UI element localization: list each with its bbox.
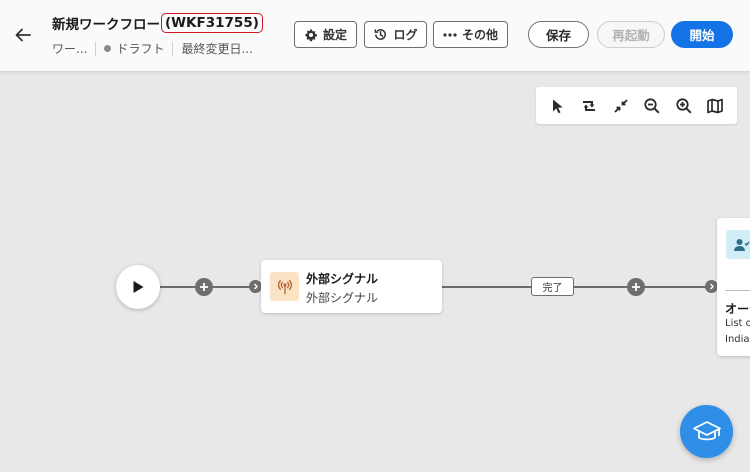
more-button[interactable]: その他 (433, 21, 508, 48)
log-button[interactable]: ログ (364, 21, 427, 48)
plus-icon (632, 283, 640, 291)
connector-line (442, 286, 720, 288)
restart-button[interactable]: 再起動 (597, 21, 665, 48)
signal-icon-tile (270, 272, 299, 301)
more-label: その他 (461, 28, 498, 42)
plus-icon (200, 283, 208, 291)
rearrange-icon (583, 100, 596, 111)
select-icon (552, 99, 563, 113)
status-badge: ドラフト (116, 42, 165, 56)
back-button[interactable] (12, 24, 34, 46)
start-node[interactable] (116, 265, 160, 309)
more-icon (443, 32, 457, 37)
audience-icon-tile (726, 230, 750, 259)
signal-icon (277, 279, 292, 294)
collapse-button[interactable] (609, 94, 633, 118)
page-title: 新規ワークフロー (WKF31755) (52, 13, 263, 33)
workflow-id: (WKF31755) (161, 13, 263, 33)
save-button[interactable]: 保存 (528, 21, 589, 48)
divider (95, 41, 97, 56)
map-button[interactable] (703, 94, 727, 118)
arrow-left-icon (15, 28, 31, 42)
collapse-icon (614, 98, 628, 113)
map-icon (707, 98, 724, 113)
log-label: ログ (393, 28, 418, 42)
zoom-out-icon (644, 97, 660, 114)
workflow-meta: ワー... ドラフト 最終変更日... (52, 40, 253, 57)
settings-button[interactable]: 設定 (294, 21, 357, 48)
divider (725, 290, 750, 291)
settings-label: 設定 (322, 28, 347, 42)
workflow-title: 新規ワークフロー (52, 17, 160, 33)
activity-detail-line: List of (725, 318, 750, 329)
gear-icon (305, 28, 318, 41)
transition-label: 完了 (531, 277, 574, 296)
status-dot-icon (104, 45, 112, 52)
activity-card-audience[interactable]: オーデ List of India ( (717, 218, 750, 356)
learning-help-button[interactable] (680, 405, 733, 458)
canvas-toolbar (536, 87, 737, 124)
activity-subtitle: 外部シグナル (306, 291, 379, 305)
zoom-out-button[interactable] (640, 94, 664, 118)
zoom-in-button[interactable] (672, 94, 696, 118)
history-icon (375, 29, 387, 40)
activity-card-external-signal[interactable]: 外部シグナル 外部シグナル (261, 260, 442, 313)
add-activity-button[interactable] (627, 278, 645, 296)
play-icon (133, 281, 144, 293)
select-tool-button[interactable] (546, 94, 570, 118)
workflow-header: 新規ワークフロー (WKF31755) ワー... ドラフト 最終変更日... … (0, 0, 750, 72)
activity-title: 外部シグナル (306, 272, 379, 286)
audience-icon (733, 238, 750, 251)
start-button[interactable]: 開始 (671, 21, 733, 48)
last-modified: 最終変更日... (181, 42, 253, 56)
activity-title: オーデ (725, 302, 750, 316)
activity-detail-line: India ( (725, 334, 750, 345)
zoom-in-icon (676, 97, 692, 114)
divider (172, 41, 174, 56)
workflow-type: ワー... (52, 42, 88, 56)
graduation-cap-icon (692, 420, 721, 440)
rearrange-button[interactable] (577, 94, 601, 118)
add-activity-button[interactable] (195, 278, 213, 296)
